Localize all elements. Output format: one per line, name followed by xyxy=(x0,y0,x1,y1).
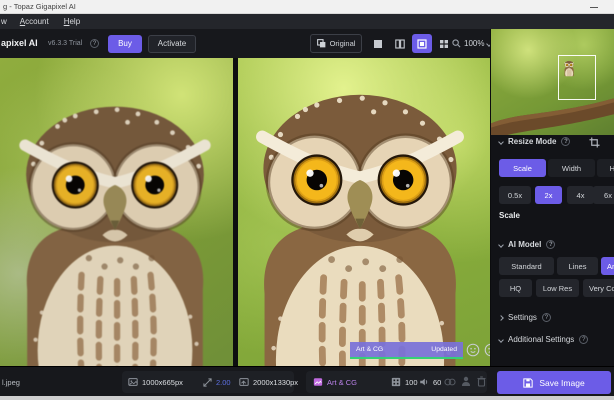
ai-model-header[interactable]: AI Model ? xyxy=(498,240,556,249)
banner-status: Updated xyxy=(431,346,457,353)
side-by-side-view-icon[interactable] xyxy=(412,34,432,53)
additional-settings-header[interactable]: Additional Settings ? xyxy=(498,335,589,344)
navigator-thumbnail[interactable] xyxy=(491,29,614,135)
settings-header[interactable]: Settings ? xyxy=(498,313,551,322)
chevron-right-icon xyxy=(498,314,504,321)
compare-circles-icon[interactable] xyxy=(444,377,456,387)
owl-photo-original xyxy=(0,70,230,366)
preview-area: Art & CG Updated xyxy=(0,58,490,366)
noise-value-group[interactable]: 100 xyxy=(391,367,418,397)
zoom-control[interactable]: 100% xyxy=(452,34,493,53)
speaker-icon xyxy=(420,378,428,386)
output-image-icon xyxy=(239,378,249,386)
noise-grid-icon xyxy=(391,377,401,387)
buy-button[interactable]: Buy xyxy=(108,34,142,53)
zoom-value: 100% xyxy=(464,39,485,48)
model-low-res[interactable]: Low Res xyxy=(536,279,579,297)
view-mode-group xyxy=(368,34,454,53)
settings-help-icon[interactable]: ? xyxy=(541,313,551,322)
menu-bar: w Account Help xyxy=(0,14,614,29)
right-sidebar: Resize Mode ? Scale Width Height 0.5x 2x… xyxy=(490,29,614,366)
app-name: apixel AI xyxy=(1,38,38,48)
trial-help-icon[interactable]: ? xyxy=(90,39,99,48)
save-image-button[interactable]: Save Image xyxy=(497,371,611,394)
compare-original-icon xyxy=(316,39,325,48)
menu-item-help[interactable]: Help xyxy=(64,17,80,26)
input-size-group: 1000x665px xyxy=(128,367,183,397)
blur-value-group[interactable]: 60 xyxy=(419,367,441,397)
resize-mode-header[interactable]: Resize Mode ? xyxy=(498,137,571,146)
additional-settings-help-icon[interactable]: ? xyxy=(579,335,589,344)
model-name-value: Art & CG xyxy=(327,377,358,387)
ai-model-help-icon[interactable]: ? xyxy=(546,240,556,249)
menu-item-view[interactable]: w xyxy=(1,17,7,26)
banner-model-label: Art & CG xyxy=(356,346,384,353)
main-toolbar: apixel AI v6.3.3 Trial ? Buy Activate Or… xyxy=(0,29,493,58)
output-size-group: 2000x1330px xyxy=(239,367,298,397)
app-window: g - Topaz Gigapixel AI w Account Help ap… xyxy=(0,0,614,400)
output-size-value: 2000x1330px xyxy=(253,377,299,387)
model-art-cg[interactable]: Art & CG xyxy=(601,257,614,275)
desktop-strip xyxy=(0,396,614,400)
sidebar-controls: Resize Mode ? Scale Width Height 0.5x 2x… xyxy=(491,135,614,366)
status-bar: l.jpeg 1000x665px 2.00 2000x1330px Art &… xyxy=(0,366,614,396)
happy-face-icon[interactable] xyxy=(466,343,480,357)
expand-arrows-icon xyxy=(203,377,212,387)
menu-item-account[interactable]: Account xyxy=(20,17,49,26)
original-toggle-button[interactable]: Original xyxy=(310,34,362,53)
single-view-icon[interactable] xyxy=(368,34,388,53)
model-lines[interactable]: Lines xyxy=(557,257,598,275)
activate-button[interactable]: Activate xyxy=(148,34,196,53)
tab-height[interactable]: Height xyxy=(597,159,614,177)
model-status-banner: Art & CG Updated xyxy=(350,342,463,359)
model-very-compressed[interactable]: Very Compressed xyxy=(583,279,614,297)
minimize-icon[interactable] xyxy=(590,7,598,8)
tab-scale[interactable]: Scale xyxy=(499,159,546,177)
title-bar[interactable]: g - Topaz Gigapixel AI xyxy=(0,0,614,14)
model-hq[interactable]: HQ xyxy=(499,279,532,297)
model-indicator-group[interactable]: Art & CG xyxy=(313,367,357,397)
preview-image-enhanced[interactable]: Art & CG Updated xyxy=(238,58,490,366)
crop-icon[interactable] xyxy=(589,137,600,148)
preview-image-original[interactable] xyxy=(0,58,233,366)
image-icon xyxy=(128,378,138,386)
noise-value: 100 xyxy=(405,377,418,387)
chevron-down-icon xyxy=(498,336,504,343)
input-size-value: 1000x665px xyxy=(142,377,183,387)
face-recovery-person-icon[interactable] xyxy=(461,376,471,387)
model-art-icon xyxy=(313,378,323,386)
preset-0_5x[interactable]: 0.5x xyxy=(499,186,531,204)
app-version: v6.3.3 Trial xyxy=(48,39,83,47)
tab-width[interactable]: Width xyxy=(548,159,595,177)
trash-icon[interactable] xyxy=(477,376,486,387)
model-standard[interactable]: Standard xyxy=(499,257,554,275)
navigator-viewport-rect[interactable] xyxy=(558,55,596,100)
chevron-down-icon xyxy=(498,138,504,145)
filename-label: l.jpeg xyxy=(2,377,20,387)
scale-section-label: Scale xyxy=(499,211,520,220)
quad-view-icon[interactable] xyxy=(434,34,454,53)
resize-mode-help-icon[interactable]: ? xyxy=(561,137,571,146)
feedback-group xyxy=(466,343,490,357)
scale-factor-value: 2.00 xyxy=(216,377,231,387)
preset-4x[interactable]: 4x xyxy=(567,186,594,204)
split-view-icon[interactable] xyxy=(390,34,410,53)
chevron-down-icon xyxy=(498,241,504,248)
owl-photo-enhanced xyxy=(238,58,485,366)
window-title: g - Topaz Gigapixel AI xyxy=(3,2,76,11)
preset-6x[interactable]: 6x xyxy=(593,186,614,204)
scale-factor-group: 2.00 xyxy=(203,367,231,397)
preset-2x[interactable]: 2x xyxy=(535,186,562,204)
blur-value: 60 xyxy=(433,377,442,387)
save-floppy-icon xyxy=(523,377,533,388)
magnifier-icon xyxy=(452,39,461,48)
